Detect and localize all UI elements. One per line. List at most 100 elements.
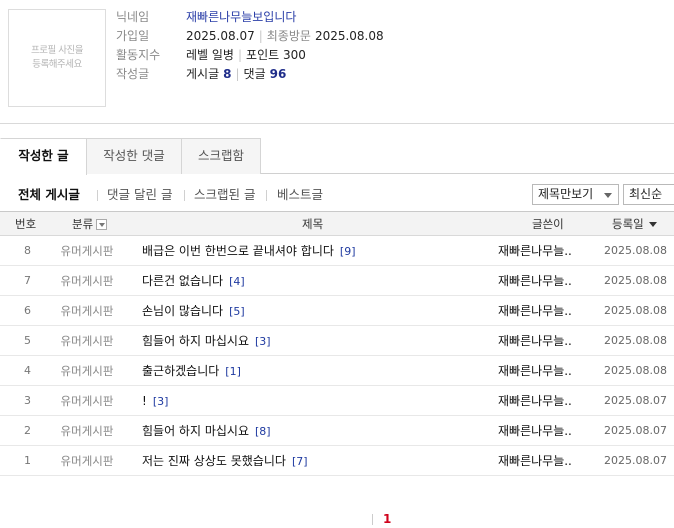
- profile-photo-placeholder[interactable]: 프로필 사진을 등록해주세요: [8, 9, 106, 107]
- comment-count[interactable]: [3]: [255, 335, 271, 348]
- post-number: 5: [24, 334, 31, 347]
- post-title-text[interactable]: 힘들어 하지 마십시요: [142, 334, 249, 348]
- post-category[interactable]: 유머게시판: [56, 356, 118, 386]
- page-current[interactable]: 1: [383, 511, 391, 527]
- post-number: 8: [24, 244, 31, 257]
- filter-scrapped-posts[interactable]: 스크랩된 글: [194, 184, 255, 206]
- activity-tabs: 작성한 글 작성한 댓글 스크랩함: [0, 138, 674, 175]
- column-title: 제목: [302, 217, 324, 231]
- comment-count[interactable]: [1]: [225, 365, 241, 378]
- filter-all-posts[interactable]: 전체 게시글: [18, 184, 80, 206]
- post-number: 3: [24, 394, 31, 407]
- comment-count[interactable]: [9]: [340, 245, 356, 258]
- post-date: 2025.08.08: [604, 274, 667, 287]
- post-list: 8 유머게시판 배급은 이번 한번으로 끝내셔야 합니다 [9] 재빠른나무늘..…: [0, 236, 674, 476]
- comment-count[interactable]: [4]: [229, 275, 245, 288]
- post-title-text[interactable]: !: [142, 394, 147, 408]
- post-title[interactable]: 힘들어 하지 마십시요 [8]: [142, 416, 271, 447]
- view-mode-select[interactable]: 제목만보기: [532, 184, 619, 205]
- post-category[interactable]: 유머게시판: [56, 296, 118, 326]
- tab-scraps[interactable]: 스크랩함: [181, 138, 261, 174]
- post-category[interactable]: 유머게시판: [56, 386, 118, 416]
- post-author[interactable]: 재빠른나무늘..: [498, 296, 582, 326]
- join-date-label: 가입일: [116, 29, 150, 43]
- filter-commented-posts[interactable]: 댓글 달린 글: [107, 184, 172, 206]
- sort-order-value: 최신순: [629, 187, 663, 201]
- column-category-label: 분류: [72, 217, 94, 231]
- table-row: 4 유머게시판 출근하겠습니다 [1] 재빠른나무늘.. 2025.08.08: [0, 356, 674, 386]
- photo-placeholder-text-1: 프로필 사진을: [31, 45, 83, 56]
- table-row: 5 유머게시판 힘들어 하지 마십시요 [3] 재빠른나무늘.. 2025.08.…: [0, 326, 674, 356]
- tab-written-comments[interactable]: 작성한 댓글: [86, 138, 182, 174]
- sort-order-select[interactable]: 최신순: [623, 184, 674, 205]
- filter-best-posts[interactable]: 베스트글: [277, 184, 323, 206]
- post-title-text[interactable]: 힘들어 하지 마십시요: [142, 424, 249, 438]
- tab-written-posts[interactable]: 작성한 글: [0, 138, 87, 175]
- chevron-down-icon: [604, 193, 612, 198]
- comment-count[interactable]: [7]: [292, 455, 308, 468]
- posts-label: 게시글: [186, 67, 220, 81]
- post-title[interactable]: 힘들어 하지 마십시요 [3]: [142, 326, 271, 357]
- table-row: 6 유머게시판 손님이 많습니다 [5] 재빠른나무늘.. 2025.08.08: [0, 296, 674, 326]
- post-number: 6: [24, 304, 31, 317]
- post-number: 7: [24, 274, 31, 287]
- post-author[interactable]: 재빠른나무늘..: [498, 356, 582, 386]
- post-date: 2025.08.07: [604, 394, 667, 407]
- posts-count: 8: [223, 67, 232, 81]
- post-category[interactable]: 유머게시판: [56, 266, 118, 296]
- post-title[interactable]: 다른건 없습니다 [4]: [142, 266, 245, 297]
- last-visit-label: 최종방문: [266, 29, 311, 43]
- table-row: 7 유머게시판 다른건 없습니다 [4] 재빠른나무늘.. 2025.08.08: [0, 266, 674, 296]
- written-label: 작성글: [116, 67, 150, 81]
- post-title[interactable]: 배급은 이번 한번으로 끝내셔야 합니다 [9]: [142, 236, 356, 267]
- post-date: 2025.08.08: [604, 334, 667, 347]
- pagination-divider: [372, 514, 373, 525]
- post-author[interactable]: 재빠른나무늘..: [498, 266, 582, 296]
- nickname-value[interactable]: 재빠른나무늘보입니다: [186, 8, 296, 27]
- column-date[interactable]: 등록일: [612, 212, 657, 236]
- post-category[interactable]: 유머게시판: [56, 236, 118, 266]
- post-author[interactable]: 재빠른나무늘..: [498, 416, 582, 446]
- post-category[interactable]: 유머게시판: [56, 326, 118, 356]
- post-date: 2025.08.08: [604, 364, 667, 377]
- level-value: 레벨 일병: [186, 48, 234, 62]
- post-title-text[interactable]: 손님이 많습니다: [142, 304, 223, 318]
- post-title-text[interactable]: 배급은 이번 한번으로 끝내셔야 합니다: [142, 244, 334, 258]
- post-title[interactable]: 손님이 많습니다 [5]: [142, 296, 245, 327]
- dropdown-icon[interactable]: [96, 219, 108, 230]
- post-title[interactable]: 저는 진짜 상상도 못했습니다 [7]: [142, 446, 308, 477]
- post-author[interactable]: 재빠른나무늘..: [498, 446, 582, 476]
- last-visit-value: 2025.08.08: [314, 29, 384, 43]
- comment-count[interactable]: [3]: [153, 395, 169, 408]
- post-title-text[interactable]: 출근하겠습니다: [142, 364, 219, 378]
- post-author[interactable]: 재빠른나무늘..: [498, 386, 582, 416]
- column-date-label: 등록일: [612, 217, 644, 231]
- post-category[interactable]: 유머게시판: [56, 446, 118, 476]
- post-title[interactable]: 출근하겠습니다 [1]: [142, 356, 241, 387]
- table-header: 번호 분류 제목 글쓴이 등록일: [0, 211, 674, 236]
- comment-count[interactable]: [8]: [255, 425, 271, 438]
- post-author[interactable]: 재빠른나무늘..: [498, 326, 582, 356]
- post-category[interactable]: 유머게시판: [56, 416, 118, 446]
- photo-placeholder-text-2: 등록해주세요: [32, 59, 82, 70]
- column-author: 글쓴이: [532, 217, 564, 231]
- column-category[interactable]: 분류: [72, 212, 108, 236]
- pagination: 1: [0, 511, 674, 527]
- activity-label: 활동지수: [116, 48, 161, 62]
- join-date-value: 2025.08.07: [186, 29, 255, 43]
- post-title[interactable]: ! [3]: [142, 386, 168, 417]
- column-num: 번호: [15, 217, 37, 231]
- sort-desc-icon: [648, 222, 657, 227]
- post-title-text[interactable]: 다른건 없습니다: [142, 274, 223, 288]
- post-number: 1: [24, 454, 31, 467]
- table-row: 1 유머게시판 저는 진짜 상상도 못했습니다 [7] 재빠른나무늘.. 2025…: [0, 446, 674, 476]
- nickname-label: 닉네임: [116, 10, 150, 24]
- comment-count[interactable]: [5]: [229, 305, 245, 318]
- view-mode-value: 제목만보기: [538, 187, 594, 201]
- post-date: 2025.08.07: [604, 424, 667, 437]
- post-number: 4: [24, 364, 31, 377]
- post-title-text[interactable]: 저는 진짜 상상도 못했습니다: [142, 454, 286, 468]
- post-author[interactable]: 재빠른나무늘..: [498, 236, 582, 266]
- post-date: 2025.08.08: [604, 244, 667, 257]
- post-number: 2: [24, 424, 31, 437]
